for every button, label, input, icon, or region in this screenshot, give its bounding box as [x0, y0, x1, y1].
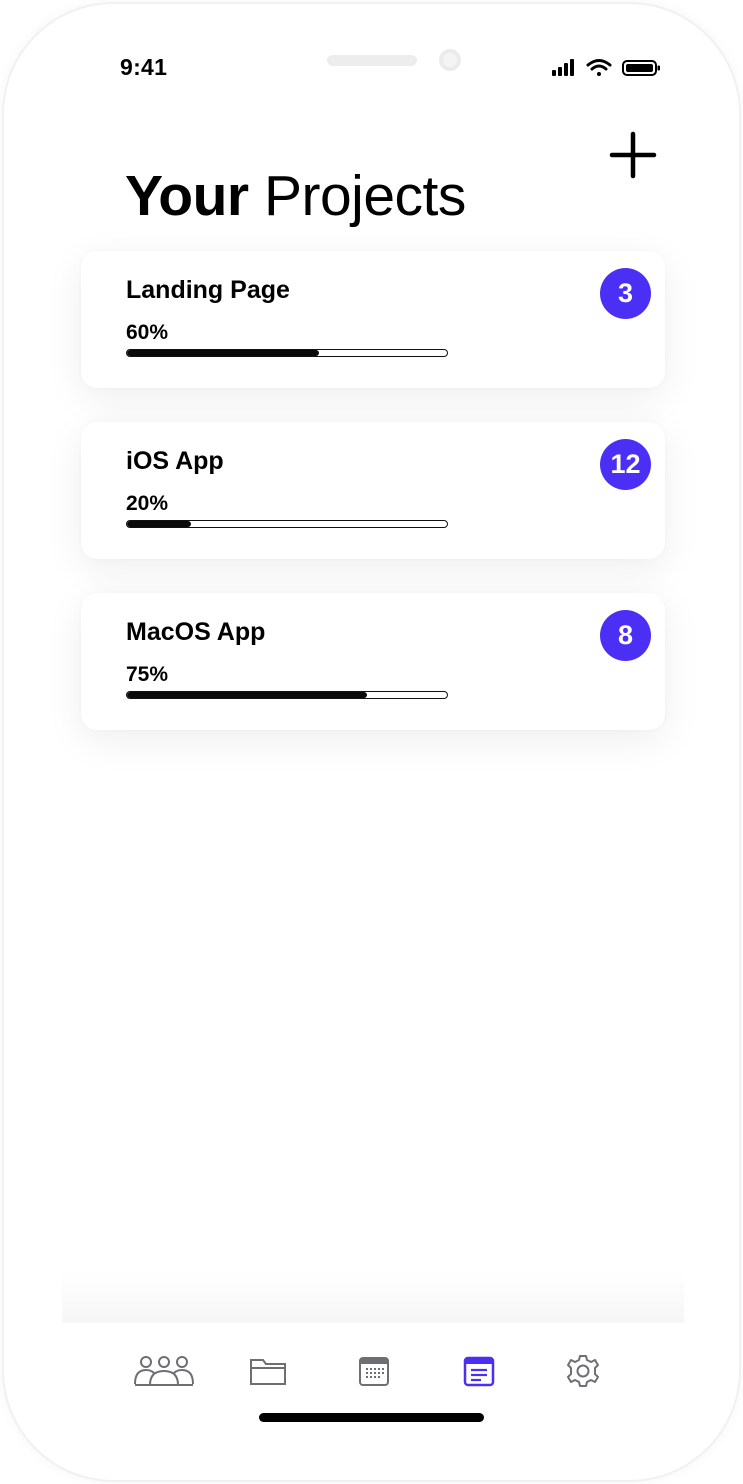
battery-icon: [622, 60, 660, 76]
project-name: MacOS App: [126, 618, 266, 646]
progress-fill: [127, 521, 191, 527]
calendar-icon: [359, 1357, 389, 1386]
status-icons: [550, 58, 662, 78]
content-fade: [62, 1270, 684, 1323]
project-progress-bar: [126, 349, 448, 357]
page-title-bold: Your: [125, 164, 249, 228]
folder-icon: [250, 1359, 286, 1385]
home-indicator: [259, 1413, 484, 1422]
plus-icon: [609, 131, 657, 179]
tab-folder[interactable]: [246, 1351, 290, 1391]
project-card[interactable]: iOS App 20% 12: [81, 422, 665, 559]
signal-icon: [552, 59, 574, 76]
project-card[interactable]: MacOS App 75% 8: [81, 593, 665, 730]
add-project-button[interactable]: [608, 130, 658, 180]
tab-settings[interactable]: [561, 1351, 605, 1391]
task-count-badge: 3: [600, 268, 651, 319]
page-title: Your Projects: [125, 163, 466, 229]
project-progress-label: 75%: [126, 663, 169, 686]
project-card[interactable]: Landing Page 60% 3: [81, 251, 665, 388]
front-camera: [439, 49, 461, 71]
tab-bar: [62, 1323, 684, 1413]
tab-tasks[interactable]: [457, 1351, 501, 1391]
page-title-regular: Projects: [263, 164, 466, 228]
project-progress-bar: [126, 691, 448, 699]
project-progress-bar: [126, 520, 448, 528]
project-name: Landing Page: [126, 276, 290, 304]
speaker-grille: [327, 55, 417, 66]
status-time: 9:41: [120, 54, 168, 80]
wifi-icon: [586, 59, 612, 76]
progress-fill: [127, 350, 319, 356]
team-icon: [134, 1356, 194, 1386]
tab-team[interactable]: [132, 1351, 196, 1391]
progress-fill: [127, 692, 367, 698]
tab-calendar[interactable]: [352, 1351, 396, 1391]
project-progress-label: 60%: [126, 321, 169, 344]
project-name: iOS App: [126, 447, 224, 475]
project-progress-label: 20%: [126, 492, 169, 515]
list-icon: [463, 1356, 495, 1387]
gear-icon: [567, 1355, 599, 1387]
task-count-badge: 8: [600, 610, 651, 661]
task-count-badge: 12: [600, 439, 651, 490]
